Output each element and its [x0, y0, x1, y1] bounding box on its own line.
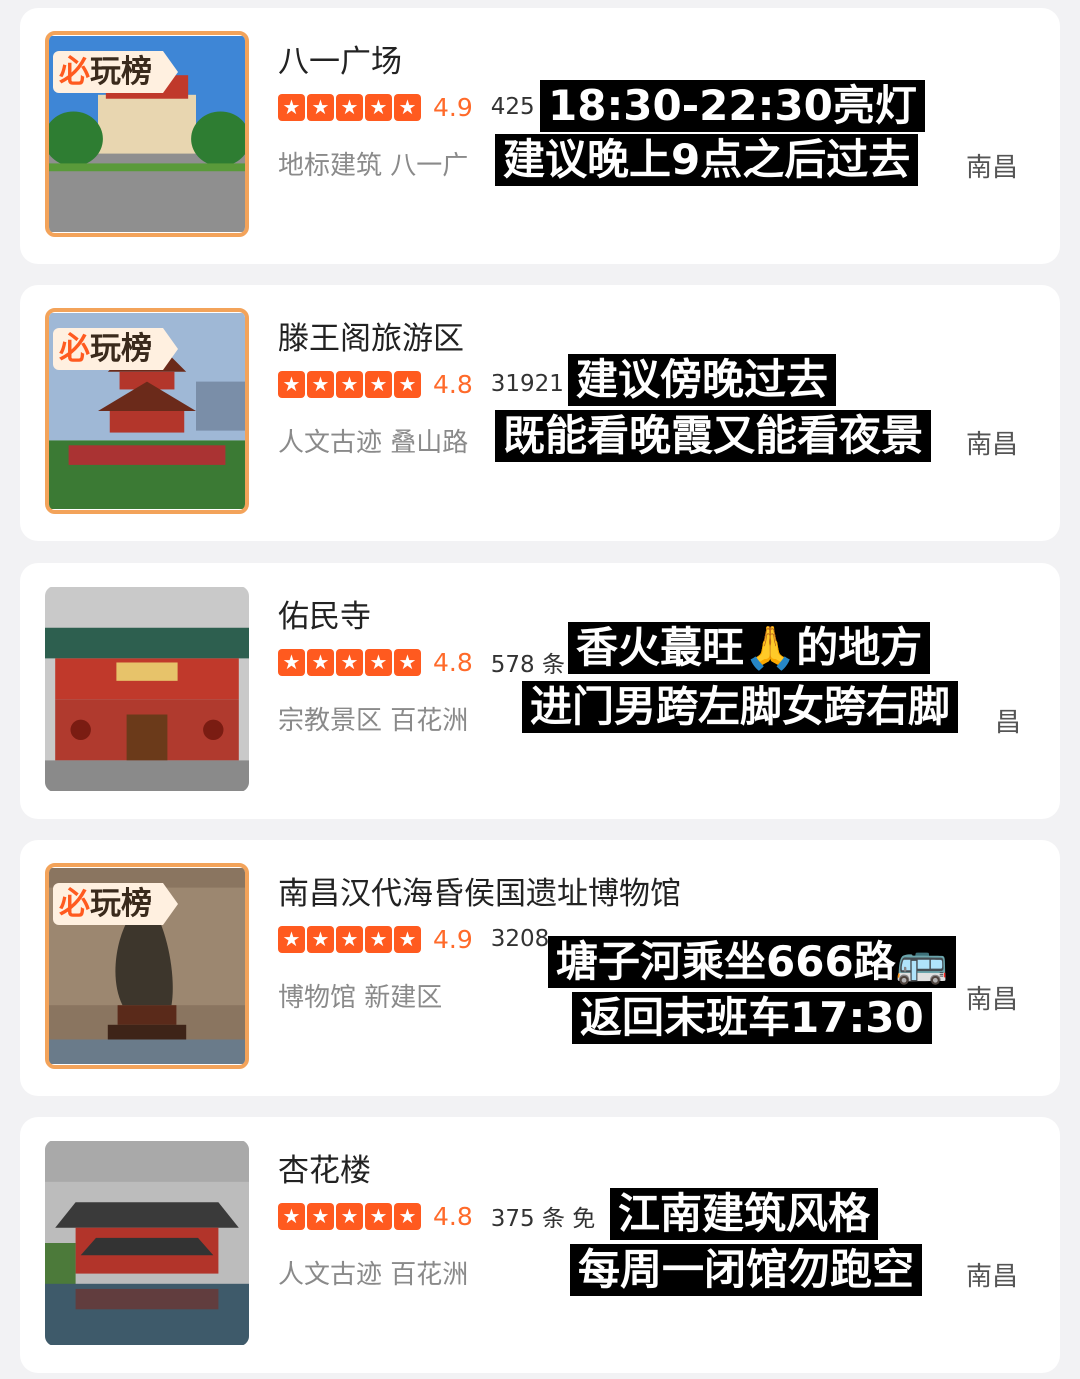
star-icon: ★: [278, 925, 305, 953]
poi-category: 地标建筑 八一广: [278, 151, 469, 181]
overlay-caption: 建议傍晚过去: [568, 354, 837, 406]
ranking-badge: 必玩榜: [53, 883, 178, 925]
poi-category: 人文古迹 百花洲: [278, 1260, 469, 1290]
poi-title: 八一广场: [278, 44, 402, 80]
rating-score: 4.8: [433, 1201, 473, 1231]
review-count: 3208: [490, 926, 550, 952]
star-icon: ★: [278, 370, 305, 398]
ranking-badge: 必玩榜: [53, 328, 178, 370]
star-icon: ★: [365, 93, 392, 121]
review-count: 425: [490, 94, 535, 120]
rating-row: ★ ★ ★ ★ ★ 4.8 31921: [278, 369, 564, 399]
star-icon: ★: [307, 1202, 334, 1230]
poi-thumbnail[interactable]: 必玩榜: [45, 31, 249, 237]
star-icon: ★: [365, 370, 392, 398]
poi-city: 南昌: [966, 430, 1019, 460]
overlay-caption: 塘子河乘坐666路🚌: [548, 936, 956, 988]
rating-row: ★ ★ ★ ★ ★ 4.9 425: [278, 92, 535, 122]
overlay-caption: 每周一闭馆勿跑空: [570, 1244, 923, 1296]
rating-row: ★ ★ ★ ★ ★ 4.9 3208: [278, 924, 549, 954]
star-icon: ★: [394, 370, 421, 398]
poi-card[interactable]: 佑民寺 ★ ★ ★ ★ ★ 4.8 578 条 宗教景区 百花洲 昌 香火蕞旺🙏的地方 …: [20, 563, 1060, 819]
star-icon: ★: [365, 925, 392, 953]
poi-category: 博物馆 新建区: [278, 983, 443, 1013]
star-icon: ★: [336, 370, 363, 398]
poi-city: 昌: [995, 708, 1022, 738]
poi-title: 杏花楼: [278, 1153, 371, 1189]
review-count: 375 条 免: [490, 1206, 596, 1232]
overlay-caption: 返回末班车17:30: [572, 992, 932, 1044]
star-icon: ★: [278, 93, 305, 121]
star-icon: ★: [307, 648, 334, 676]
overlay-caption: 江南建筑风格: [610, 1188, 879, 1240]
star-icon: ★: [278, 1202, 305, 1230]
poi-city: 南昌: [966, 1262, 1019, 1292]
poi-title: 南昌汉代海昏侯国遗址博物馆: [278, 876, 681, 912]
star-icon: ★: [307, 925, 334, 953]
rating-score: 4.9: [433, 924, 473, 954]
poi-thumbnail[interactable]: 必玩榜: [45, 863, 249, 1069]
star-icon: ★: [365, 1202, 392, 1230]
star-icon: ★: [394, 1202, 421, 1230]
star-icon: ★: [278, 648, 305, 676]
poi-city: 南昌: [966, 985, 1019, 1015]
poi-card[interactable]: 必玩榜 八一广场 ★ ★ ★ ★ ★ 4.9 425 地标建筑 八一广 南昌 18:30…: [20, 8, 1060, 264]
poi-title: 滕王阁旅游区: [278, 321, 464, 357]
rating-score: 4.8: [433, 369, 473, 399]
poi-thumbnail[interactable]: [45, 1140, 249, 1346]
rating-score: 4.9: [433, 92, 473, 122]
overlay-caption: 18:30-22:30亮灯: [540, 80, 925, 132]
poi-city: 南昌: [966, 153, 1019, 183]
star-icon: ★: [336, 925, 363, 953]
star-icon: ★: [336, 1202, 363, 1230]
overlay-caption: 既能看晚霞又能看夜景: [495, 410, 932, 462]
overlay-caption: 香火蕞旺🙏的地方: [568, 622, 931, 674]
overlay-caption: 进门男跨左脚女跨右脚: [522, 681, 959, 733]
star-icon: ★: [394, 93, 421, 121]
poi-thumbnail[interactable]: 必玩榜: [45, 308, 249, 514]
review-count: 578 条: [490, 652, 565, 678]
temple-photo: [45, 587, 249, 791]
poi-category: 宗教景区 百花洲: [278, 706, 469, 736]
poi-card[interactable]: 必玩榜 南昌汉代海昏侯国遗址博物馆 ★ ★ ★ ★ ★ 4.9 3208 博物馆 新建区…: [20, 840, 1060, 1096]
poi-card[interactable]: 杏花楼 ★ ★ ★ ★ ★ 4.8 375 条 免 人文古迹 百花洲 南昌 江南建筑风格…: [20, 1117, 1060, 1373]
star-icon: ★: [336, 93, 363, 121]
star-icon: ★: [394, 925, 421, 953]
poi-category: 人文古迹 叠山路: [278, 428, 469, 458]
rating-row: ★ ★ ★ ★ ★ 4.8 375 条 免: [278, 1201, 596, 1232]
overlay-caption: 建议晚上9点之后过去: [495, 134, 919, 186]
star-icon: ★: [365, 648, 392, 676]
star-icon: ★: [307, 93, 334, 121]
poi-card[interactable]: 必玩榜 滕王阁旅游区 ★ ★ ★ ★ ★ 4.8 31921 人文古迹 叠山路 南昌 建…: [20, 285, 1060, 541]
review-count: 31921: [490, 371, 564, 397]
pavilion-photo: [45, 1141, 249, 1345]
rating-row: ★ ★ ★ ★ ★ 4.8 578 条: [278, 647, 565, 678]
ranking-badge: 必玩榜: [53, 51, 178, 93]
star-icon: ★: [336, 648, 363, 676]
rating-score: 4.8: [433, 647, 473, 677]
poi-title: 佑民寺: [278, 599, 371, 635]
poi-thumbnail[interactable]: [45, 586, 249, 792]
star-icon: ★: [394, 648, 421, 676]
star-icon: ★: [307, 370, 334, 398]
